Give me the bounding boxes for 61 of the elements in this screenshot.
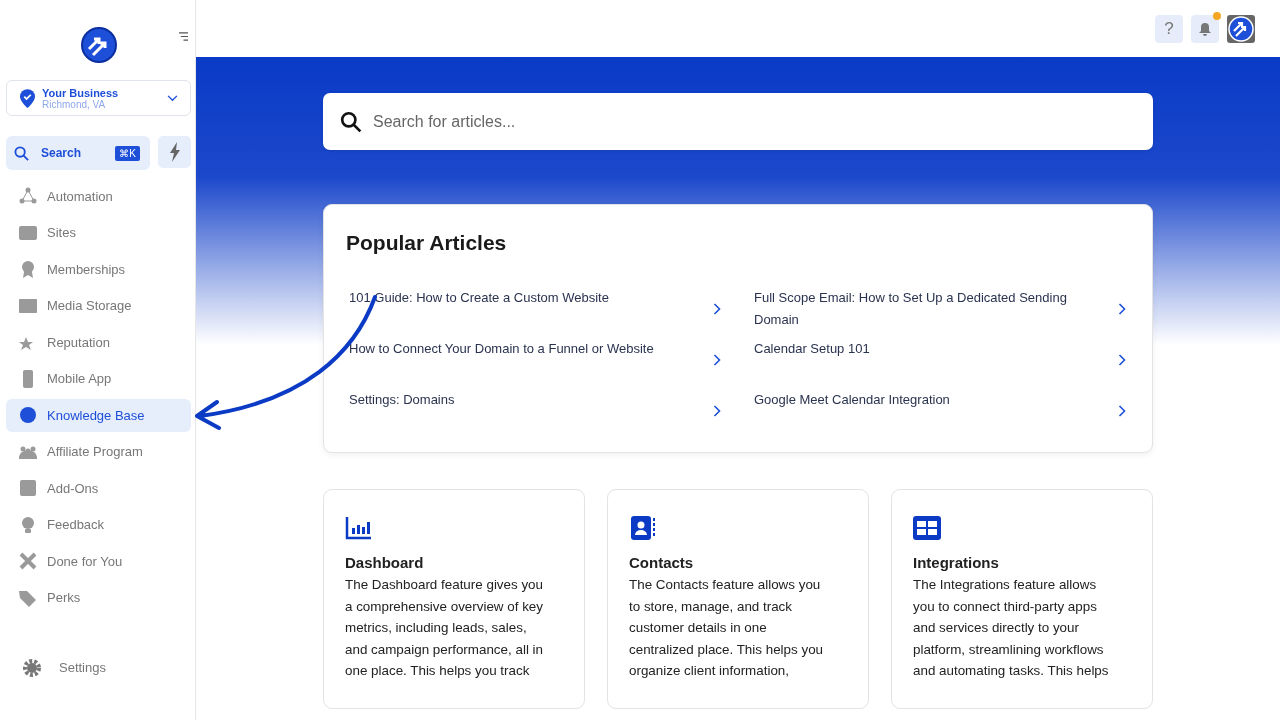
chevron-right-icon — [1118, 302, 1126, 315]
chevron-right-icon — [1118, 404, 1126, 417]
sidebar-item[interactable]: Media Storage — [6, 289, 191, 322]
nav-icon — [18, 405, 38, 426]
nav-icon — [18, 478, 38, 499]
lightning-icon — [168, 142, 181, 162]
gear-icon — [22, 657, 42, 678]
sidebar-item[interactable]: Done for You — [6, 545, 191, 578]
feature-icon — [913, 516, 941, 540]
shortcut-badge: ⌘K — [115, 145, 140, 161]
feature-description: The Contacts feature allows you to store, manage, and track customer details in one centralized place. This helps you organize client information, — [629, 576, 825, 681]
sidebar-item[interactable]: Feedback — [6, 508, 191, 541]
feature-title: Dashboard — [345, 554, 425, 571]
avatar-logo-icon[interactable] — [1227, 14, 1255, 43]
feature-icon — [629, 516, 657, 540]
feature-card[interactable]: Dashboard The Dashboard feature gives you a comprehensive overview of key metrics, including leads, sales, and campaign performance, all in one place. This helps you track — [323, 489, 585, 709]
notifications-button[interactable] — [1191, 14, 1219, 43]
feature-icon — [345, 516, 373, 540]
chevron-right-icon — [713, 353, 721, 366]
location-selector[interactable]: Your Business Richmond, VA — [6, 80, 191, 116]
sidebar-item[interactable]: Mobile App — [6, 362, 191, 395]
article-link[interactable]: 101 Guide: How to Create a Custom Website — [346, 283, 725, 334]
sidebar-item[interactable]: Add-Ons — [6, 472, 191, 505]
article-link[interactable]: Full Scope Email: How to Set Up a Dedicated Sending Domain — [751, 283, 1130, 334]
logo-icon — [80, 27, 117, 63]
article-link[interactable]: Settings: Domains — [346, 385, 725, 436]
search-icon — [14, 145, 29, 161]
business-city: Richmond, VA — [42, 98, 107, 110]
search-icon — [340, 111, 362, 133]
feature-title: Integrations — [913, 554, 1000, 571]
menu-icon[interactable] — [178, 32, 189, 41]
feature-title: Contacts — [629, 554, 695, 571]
sidebar-item[interactable]: Perks — [6, 581, 191, 614]
nav-icon — [18, 551, 38, 572]
location-pin-icon — [20, 88, 35, 108]
chevron-down-icon — [167, 94, 178, 102]
chevron-right-icon — [1118, 353, 1126, 366]
sidebar-item[interactable]: Affiliate Program — [6, 435, 191, 468]
sidebar-item[interactable]: Sites — [6, 216, 191, 249]
sidebar-item[interactable]: Knowledge Base — [6, 399, 191, 432]
feature-card[interactable]: Contacts The Contacts feature allows you to store, manage, and track customer details in one centralized place. This helps you organize client information, — [607, 489, 869, 709]
settings-item[interactable]: Settings — [6, 651, 191, 684]
business-name: Your Business — [42, 86, 120, 99]
feature-description: The Dashboard feature gives you a comprehensive overview of key metrics, including leads, sales, and campaign performance, all in one place. This helps you track — [345, 576, 544, 681]
feature-card[interactable]: Integrations The Integrations feature allows you to connect third-party apps and services directly to your platform, streamlining workflows and automating tasks. This helps — [891, 489, 1153, 709]
article-link[interactable]: Google Meet Calendar Integration — [751, 385, 1130, 436]
article-link[interactable]: Calendar Setup 101 — [751, 334, 1130, 385]
chevron-right-icon — [713, 404, 721, 417]
search-label: Search — [41, 146, 83, 160]
chevron-right-icon — [713, 302, 721, 315]
help-button[interactable]: ? — [1155, 14, 1183, 43]
article-link[interactable]: How to Connect Your Domain to a Funnel or Website — [346, 334, 725, 385]
sidebar-item[interactable]: Automation — [6, 180, 191, 213]
sidebar-item[interactable]: Reputation — [6, 326, 191, 359]
quick-actions-button[interactable] — [158, 136, 191, 168]
feature-description: The Integrations feature allows you to connect third-party apps and services directly to your platform, streamlining workflows and automating tasks. This helps — [913, 576, 1110, 681]
article-search-field[interactable]: Search for articles... — [323, 93, 1153, 150]
card-title: Popular Articles — [346, 231, 508, 255]
sidebar-item[interactable]: Memberships — [6, 253, 191, 286]
search-button[interactable]: Search ⌘K — [6, 136, 150, 170]
bell-icon — [1197, 20, 1213, 37]
